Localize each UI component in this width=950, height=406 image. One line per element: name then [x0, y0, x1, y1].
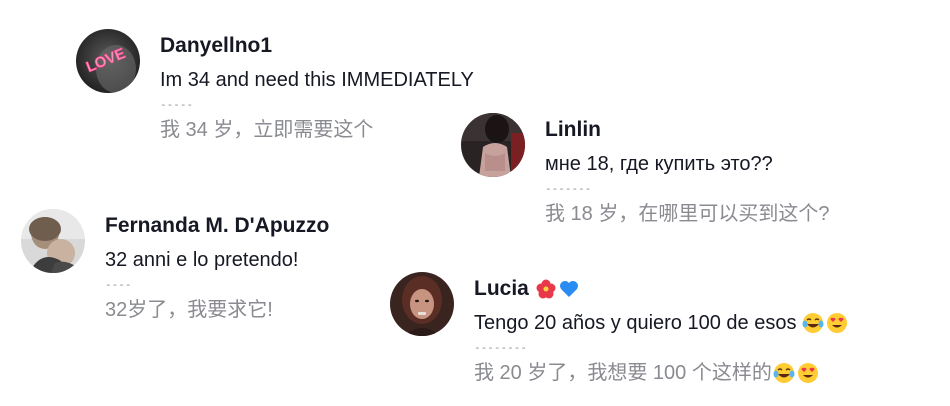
avatar[interactable] [390, 272, 454, 336]
username-text[interactable]: Lucia [474, 276, 529, 302]
username: Lucia [474, 276, 848, 302]
avatar-love-image: LOVE [76, 29, 140, 93]
username[interactable]: Fernanda M. D'Apuzzo [105, 213, 329, 239]
heart-eyes-emoji [797, 362, 819, 384]
hibiscus-emoji [535, 278, 557, 300]
tears-of-joy-emoji [773, 362, 795, 384]
translation-divider: -------- [474, 341, 527, 354]
avatar[interactable] [461, 113, 525, 177]
comment-text: Im 34 and need this IMMEDIATELY [160, 69, 474, 91]
translation-text-content: 我 20 岁了，我想要 100 个这样的 [474, 362, 772, 384]
username[interactable]: Danyellno1 [160, 33, 474, 59]
translation-text: 我 34 岁，立即需要这个 [160, 119, 374, 141]
comment-text-content: Tengo 20 años y quiero 100 de esos [474, 312, 797, 334]
comment-text: мне 18, где купить это?? [545, 153, 773, 175]
avatar-photo-image [461, 113, 525, 177]
translation-divider: ------- [545, 182, 592, 195]
translation-divider: ----- [160, 98, 194, 111]
blue-heart-emoji [558, 278, 580, 300]
avatar-photo-image [390, 272, 454, 336]
username[interactable]: Linlin [545, 117, 829, 143]
avatar[interactable] [21, 209, 85, 273]
tears-of-joy-emoji [802, 312, 824, 334]
heart-eyes-emoji [826, 312, 848, 334]
avatar-photo-image [21, 209, 85, 273]
translation-divider: ---- [105, 278, 132, 291]
comment-text: Tengo 20 años y quiero 100 de esos [474, 310, 848, 336]
translation-text: 32岁了，我要求它! [105, 299, 273, 321]
translation-text: 我 20 岁了，我想要 100 个这样的 [474, 360, 848, 386]
comment-text: 32 anni e lo pretendo! [105, 249, 299, 271]
avatar[interactable]: LOVE [76, 29, 140, 93]
translation-text: 我 18 岁，在哪里可以买到这个? [545, 203, 830, 225]
